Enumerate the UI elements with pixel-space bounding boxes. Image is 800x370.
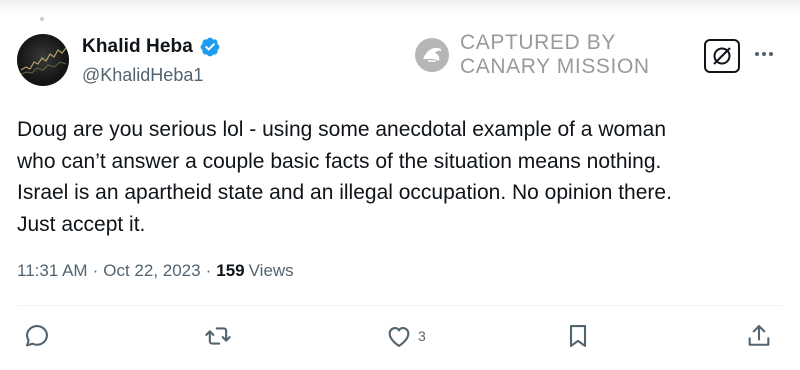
tweet-line: Israel is an apartheid state and an ille… [17, 181, 672, 204]
action-bar: 3 [0, 322, 800, 358]
canary-logo-icon [415, 38, 449, 72]
tweet-line: who can’t answer a couple basic facts of… [17, 149, 662, 173]
tweet-meta: 11:31 AM · Oct 22, 2023 · 159 Views [17, 261, 294, 281]
top-edge [0, 0, 800, 14]
tweet-text: Doug are you serious lol - using some an… [17, 114, 787, 240]
more-icon [755, 52, 773, 56]
share-icon [748, 325, 770, 346]
reply-icon [26, 325, 48, 347]
bookmark-icon [569, 325, 587, 347]
watermark-line-1: CAPTURED BY [460, 31, 616, 54]
meta-separator: · [92, 261, 99, 280]
bookmark-button[interactable] [564, 322, 592, 350]
tweet-line: Just accept it. [17, 212, 146, 236]
watermark-line-2: CANARY MISSION [460, 55, 650, 78]
watermark: CAPTURED BY CANARY MISSION [414, 31, 650, 79]
retweet-button[interactable] [204, 322, 232, 350]
watermark-text: CAPTURED BY CANARY MISSION [460, 31, 650, 79]
top-dot [40, 17, 44, 21]
avatar[interactable] [17, 34, 69, 86]
like-button[interactable]: 3 [385, 322, 426, 350]
meta-separator: · [205, 261, 212, 280]
retweet-icon [205, 327, 231, 345]
tweet-date[interactable]: Oct 22, 2023 [103, 261, 200, 281]
views-label: Views [248, 261, 294, 280]
reply-button[interactable] [23, 322, 51, 350]
grok-icon [713, 47, 731, 65]
share-button[interactable] [745, 322, 773, 350]
verified-badge-icon [200, 37, 220, 57]
more-options-button[interactable] [752, 42, 776, 66]
author-display-name[interactable]: Khalid Heba [82, 36, 193, 58]
divider [17, 305, 783, 306]
views-count[interactable]: 159 [216, 261, 244, 281]
author-name-row: Khalid Heba [82, 36, 221, 58]
tweet-time[interactable]: 11:31 AM [17, 261, 88, 281]
grok-button[interactable] [704, 39, 740, 73]
author-handle[interactable]: @KhalidHeba1 [82, 65, 203, 86]
like-count: 3 [418, 328, 426, 344]
tweet-line: Doug are you serious lol - using some an… [17, 118, 667, 141]
heart-icon [388, 327, 410, 347]
